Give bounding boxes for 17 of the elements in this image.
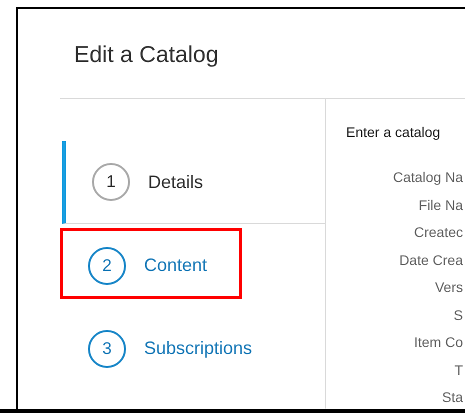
field-label: File Na <box>418 196 463 214</box>
step-tab[interactable]: 2 Content <box>62 224 325 307</box>
step-label: Subscriptions <box>144 337 252 360</box>
field-label: Createc <box>414 223 463 242</box>
step-tab[interactable]: 3 Subscriptions <box>62 307 325 390</box>
form-instruction: Enter a catalog <box>345 123 440 142</box>
step-label: Details <box>148 170 204 194</box>
field-label: Catalog Na <box>392 168 463 187</box>
field-label: S <box>454 306 463 324</box>
field-label: Item Co <box>414 333 463 352</box>
field-label: Sta <box>442 388 463 407</box>
step-label: Content <box>144 254 208 277</box>
field-label: T <box>454 360 463 380</box>
field-label: Vers <box>434 278 463 297</box>
step-tab[interactable]: 1 Details <box>62 141 325 224</box>
dialog-title: Edit a Catalog <box>74 40 218 69</box>
field-label: Date Crea <box>399 250 463 270</box>
